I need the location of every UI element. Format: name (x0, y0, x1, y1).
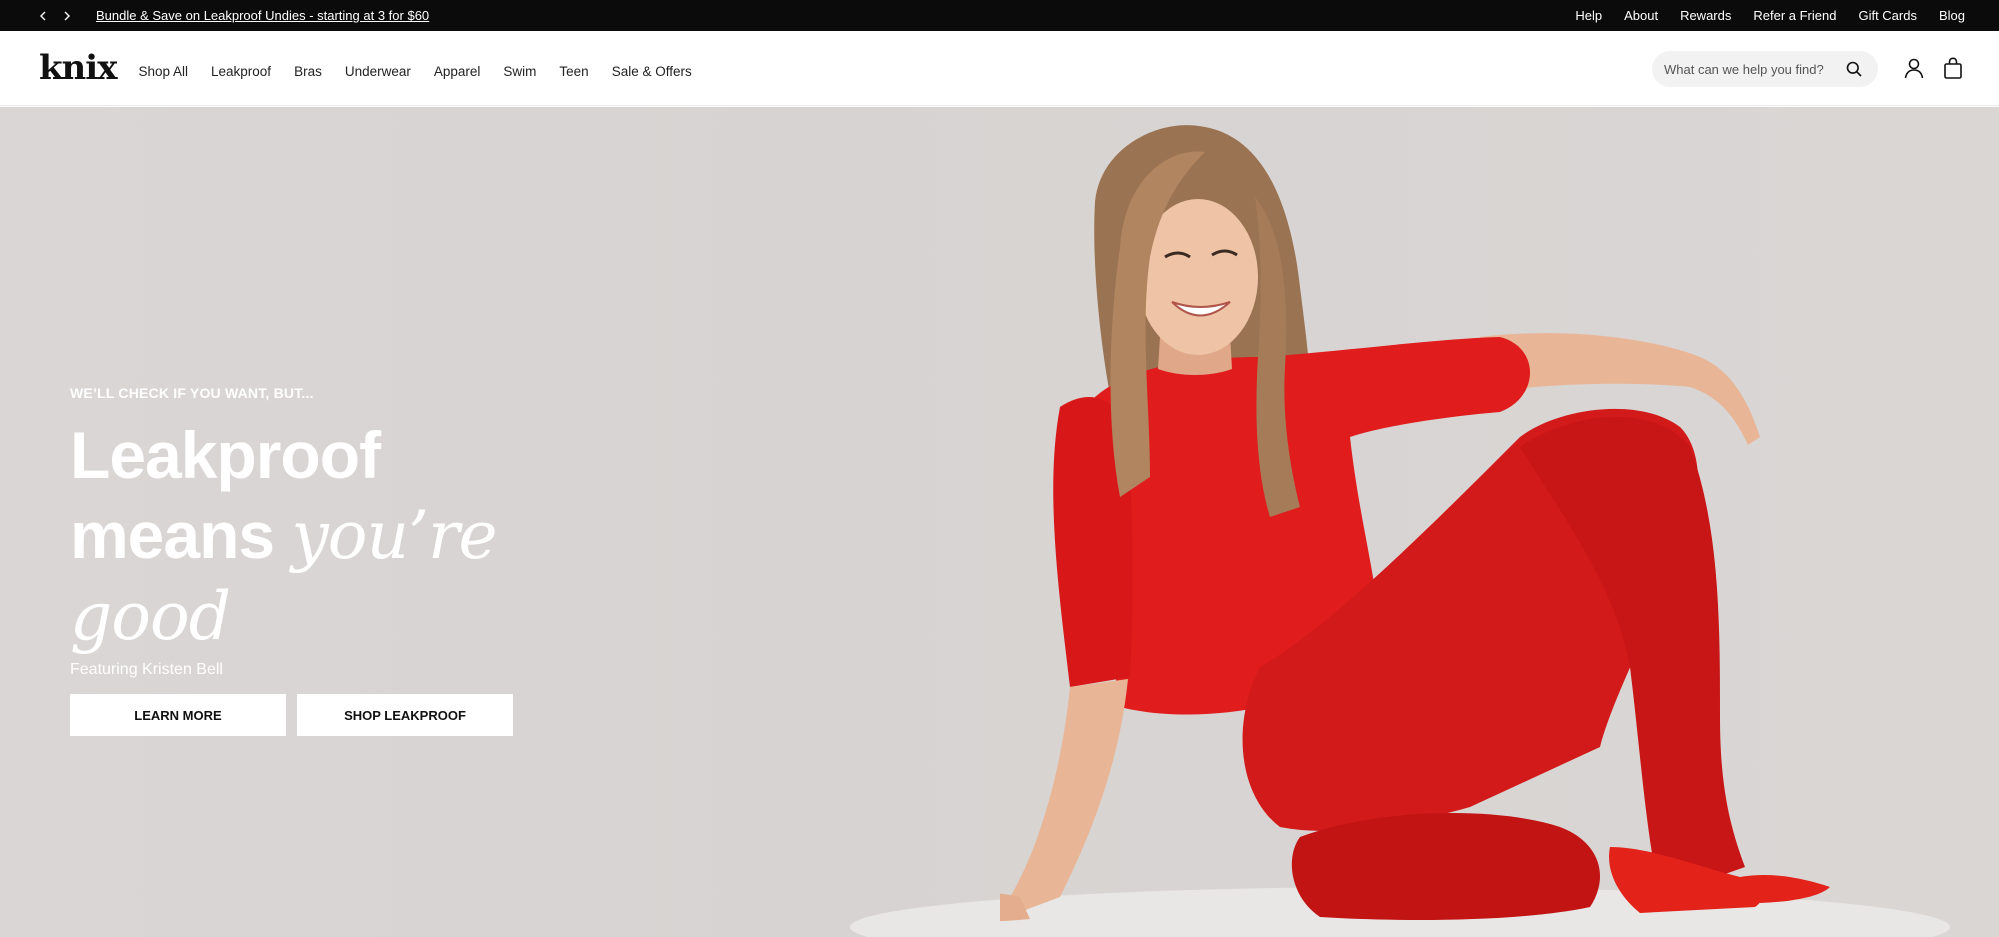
nav-swim[interactable]: Swim (503, 64, 536, 79)
promo-link[interactable]: Bundle & Save on Leakproof Undies - star… (96, 8, 429, 23)
nav-underwear[interactable]: Underwear (345, 64, 411, 79)
headline-line-1: Leakproof (70, 418, 381, 492)
nav-leakproof[interactable]: Leakproof (211, 64, 271, 79)
nav-sale-offers[interactable]: Sale & Offers (612, 64, 692, 79)
logo[interactable]: knix (39, 48, 117, 88)
bag-icon[interactable] (1942, 57, 1964, 79)
hero-headline: Leakproof means you’re good (70, 415, 498, 657)
site-header: knix Shop All Leakproof Bras Underwear A… (0, 31, 1999, 106)
search-input[interactable] (1664, 61, 1844, 77)
hero-ctas: LEARN MORE SHOP LEAKPROOF (70, 694, 513, 736)
hero-eyebrow: WE’LL CHECK IF YOU WANT, BUT... (70, 385, 314, 401)
announcement-arrows (38, 9, 72, 23)
account-icon[interactable] (1903, 57, 1925, 79)
chevron-right-icon[interactable] (62, 9, 72, 23)
utility-nav: Help About Rewards Refer a Friend Gift C… (1575, 0, 1965, 31)
nav-teen[interactable]: Teen (559, 64, 588, 79)
learn-more-button[interactable]: LEARN MORE (70, 694, 286, 736)
utility-link-refer-a-friend[interactable]: Refer a Friend (1753, 8, 1836, 23)
hero-featuring: Featuring Kristen Bell (70, 661, 223, 678)
announcement-bar: Bundle & Save on Leakproof Undies - star… (0, 0, 1999, 31)
hero-model-image (1000, 125, 1830, 922)
utility-link-about[interactable]: About (1624, 8, 1658, 23)
nav-shop-all[interactable]: Shop All (138, 64, 188, 79)
utility-link-gift-cards[interactable]: Gift Cards (1858, 8, 1917, 23)
headline-italic-1: you’re (291, 497, 497, 574)
search-icon[interactable] (1846, 61, 1862, 77)
nav-bras[interactable]: Bras (294, 64, 322, 79)
shop-leakproof-button[interactable]: SHOP LEAKPROOF (297, 694, 513, 736)
utility-link-blog[interactable]: Blog (1939, 8, 1965, 23)
hero-banner: WE’LL CHECK IF YOU WANT, BUT... Leakproo… (0, 107, 1999, 937)
headline-italic-2: good (70, 578, 231, 655)
headline-line-2: means (70, 498, 292, 572)
search-bar (1652, 51, 1878, 87)
chevron-left-icon[interactable] (38, 9, 48, 23)
main-nav: Shop All Leakproof Bras Underwear Appare… (138, 64, 691, 79)
utility-link-help[interactable]: Help (1575, 8, 1602, 23)
utility-link-rewards[interactable]: Rewards (1680, 8, 1731, 23)
nav-apparel[interactable]: Apparel (434, 64, 481, 79)
hero-copy: WE’LL CHECK IF YOU WANT, BUT... Leakproo… (70, 385, 498, 679)
